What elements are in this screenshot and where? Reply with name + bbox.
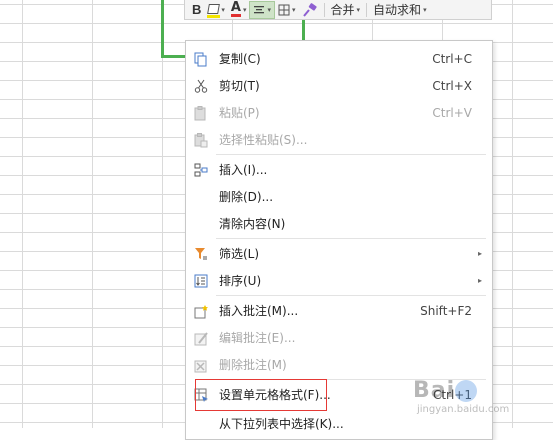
menu-item-pick-from-list[interactable]: 从下拉列表中选择(K)... (186, 410, 492, 437)
menu-item-label: 筛选(L) (219, 247, 260, 261)
menu-item-label: 设置单元格格式(F)... (219, 388, 331, 402)
menu-item-delete-comment[interactable]: 删除批注(M) (186, 351, 492, 378)
menu-item-shortcut: Ctrl+C (432, 51, 472, 66)
menu-item-shortcut: Ctrl+X (432, 78, 472, 93)
chevron-down-icon: ▾ (423, 5, 427, 14)
menu-item-insert-comment[interactable]: 插入批注(M)... Shift+F2 (186, 297, 492, 324)
autosum-button[interactable]: 自动求和 ▾ (370, 1, 430, 19)
toolbar-divider (366, 2, 368, 17)
bold-button[interactable]: B (189, 1, 204, 19)
format-cells-icon (193, 387, 209, 403)
chevron-down-icon: ▾ (292, 5, 296, 14)
format-painter-icon (302, 2, 317, 17)
merge-label: 合并 (330, 3, 355, 17)
menu-divider (216, 154, 486, 155)
menu-item-label: 插入批注(M)... (219, 304, 299, 318)
format-painter-button[interactable] (299, 1, 321, 19)
menu-item-label: 从下拉列表中选择(K)... (219, 417, 344, 431)
context-menu: 复制(C) Ctrl+C 剪切(T) Ctrl+X 粘贴(P) Ctrl+V 选… (185, 40, 493, 440)
align-center-button[interactable]: ▾ (249, 0, 275, 19)
menu-item-label: 删除批注(M) (219, 358, 287, 372)
menu-item-label: 复制(C) (219, 52, 261, 66)
menu-item-delete[interactable]: 删除(D)... (186, 183, 492, 210)
menu-item-label: 编辑批注(E)... (219, 331, 296, 345)
menu-item-label: 粘贴(P) (219, 106, 260, 120)
menu-item-copy[interactable]: 复制(C) Ctrl+C (186, 45, 492, 72)
bold-label: B (192, 2, 202, 17)
menu-item-sort[interactable]: 排序(U) ▸ (186, 267, 492, 294)
fill-color-button[interactable]: ▾ (204, 1, 228, 19)
menu-item-edit-comment[interactable]: 编辑批注(E)... (186, 324, 492, 351)
menu-item-filter[interactable]: 筛选(L) ▸ (186, 240, 492, 267)
menu-divider (216, 379, 486, 380)
menu-item-shortcut: Ctrl+V (432, 105, 472, 120)
mini-toolbar: B ▾ A ▾ ▾ ▾ 合并 ▾ 自动求和 ▾ (184, 0, 492, 20)
menu-item-label: 选择性粘贴(S)... (219, 133, 308, 147)
borders-button[interactable]: ▾ (275, 1, 299, 19)
borders-icon (278, 4, 290, 15)
sort-icon (193, 273, 209, 289)
chevron-down-icon: ▾ (221, 5, 225, 14)
menu-item-shortcut: Ctrl+1 (432, 387, 472, 402)
font-color-button[interactable]: A ▾ (228, 1, 250, 19)
insert-comment-icon (193, 303, 209, 319)
copy-icon (193, 51, 209, 67)
menu-item-label: 排序(U) (219, 274, 262, 288)
menu-item-paste[interactable]: 粘贴(P) Ctrl+V (186, 99, 492, 126)
font-color-icon: A (230, 0, 241, 17)
menu-item-paste-special[interactable]: 选择性粘贴(S)... (186, 126, 492, 153)
chevron-down-icon: ▾ (267, 5, 271, 14)
menu-item-cut[interactable]: 剪切(T) Ctrl+X (186, 72, 492, 99)
insert-cells-icon (193, 162, 209, 178)
menu-item-insert[interactable]: 插入(I)... (186, 156, 492, 183)
scissors-icon (193, 78, 209, 94)
menu-item-label: 删除(D)... (219, 190, 274, 204)
autosum-label: 自动求和 (373, 3, 422, 17)
chevron-down-icon: ▾ (356, 5, 361, 14)
submenu-arrow-icon: ▸ (477, 249, 482, 258)
merge-button[interactable]: 合并 ▾ (328, 1, 364, 19)
menu-divider (216, 238, 486, 239)
menu-divider (216, 295, 486, 296)
submenu-arrow-icon: ▸ (477, 276, 482, 285)
menu-item-shortcut: Shift+F2 (420, 303, 472, 318)
align-center-icon (254, 5, 265, 13)
chevron-down-icon: ▾ (242, 5, 247, 14)
paste-special-icon (193, 132, 209, 148)
menu-item-format-cells[interactable]: 设置单元格格式(F)... Ctrl+1 (186, 381, 492, 408)
menu-item-label: 插入(I)... (219, 163, 268, 177)
delete-comment-icon (193, 357, 209, 373)
menu-item-label: 清除内容(N) (219, 217, 286, 231)
menu-item-label: 剪切(T) (219, 79, 260, 93)
fill-color-icon (207, 4, 221, 18)
filter-icon (193, 246, 209, 262)
clipboard-icon (193, 105, 209, 121)
toolbar-divider (323, 2, 325, 17)
menu-item-clear-contents[interactable]: 清除内容(N) (186, 210, 492, 237)
edit-comment-icon (193, 330, 209, 346)
